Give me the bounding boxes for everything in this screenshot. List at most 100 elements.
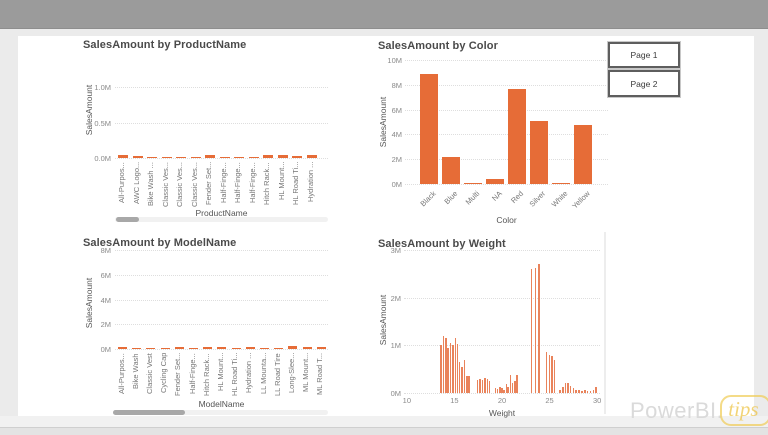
bar-weight-21.1[interactable] xyxy=(512,383,514,393)
bar-weight-26.7[interactable] xyxy=(565,383,567,393)
bar-weight-15.8[interactable] xyxy=(461,367,463,393)
bar-weight-14.1[interactable] xyxy=(445,338,447,393)
bar-weight-25.5[interactable] xyxy=(554,360,556,393)
bar-weight-21.35[interactable] xyxy=(514,381,516,393)
bar-weight-20.2[interactable] xyxy=(503,390,505,393)
bar-weight-28.1[interactable] xyxy=(578,390,580,393)
bar-white[interactable] xyxy=(552,183,570,184)
bar-fender-set-[interactable] xyxy=(205,155,215,158)
bar-weight-13.6[interactable] xyxy=(440,345,442,393)
bar-silver[interactable] xyxy=(530,121,548,184)
bar-weight-18.2[interactable] xyxy=(484,378,486,393)
bar-weight-25[interactable] xyxy=(549,355,551,393)
bar-half-finge-[interactable] xyxy=(189,348,198,349)
bar-blue[interactable] xyxy=(442,157,460,184)
powerbi-tips-watermark: PowerBI. tips xyxy=(630,395,768,426)
bar-hydration-[interactable] xyxy=(246,347,255,349)
x-axis-title: Color xyxy=(405,215,608,225)
bar-hydration-[interactable] xyxy=(307,155,317,158)
x-tick-label: LL Mounta... xyxy=(259,353,269,399)
bar-classic-ves-[interactable] xyxy=(162,157,172,158)
bar-weight-26.1[interactable] xyxy=(559,390,561,393)
bar-weight-28.7[interactable] xyxy=(584,390,586,393)
y-tick-label: 2M xyxy=(75,320,111,329)
bar-classic-ves-[interactable] xyxy=(176,157,186,158)
bar-bike-wash-[interactable] xyxy=(147,157,157,158)
bar-hitch-rack-[interactable] xyxy=(263,155,273,158)
bar-weight-29.9[interactable] xyxy=(595,387,597,393)
bar-weight-16.3[interactable] xyxy=(466,376,468,393)
watermark-brand-text: PowerBI. xyxy=(630,398,723,424)
bar-half-finge-[interactable] xyxy=(249,157,259,158)
bar-weight-16.55[interactable] xyxy=(468,376,470,393)
bar-fender-set-[interactable] xyxy=(175,347,184,349)
bar-cycling-cap[interactable] xyxy=(161,348,170,349)
bar-weight-25.25[interactable] xyxy=(551,356,553,393)
bar-weight-20.65[interactable] xyxy=(507,387,509,393)
bar-multi[interactable] xyxy=(464,183,482,184)
bar-weight-28.4[interactable] xyxy=(581,391,583,393)
bar-weight-29.3[interactable] xyxy=(590,391,592,393)
bar-weight-18.7[interactable] xyxy=(489,381,491,393)
bar-hl-mount-[interactable] xyxy=(217,347,226,349)
bar-weight-26.4[interactable] xyxy=(562,387,564,393)
bar-weight-29.6[interactable] xyxy=(593,390,595,393)
bar-weight-19.55[interactable] xyxy=(497,389,499,393)
bar-weight-24.7[interactable] xyxy=(546,352,548,393)
y-tick-label: 4M xyxy=(75,296,111,305)
bar-na[interactable] xyxy=(486,179,504,184)
bar-weight-15.55[interactable] xyxy=(459,362,461,393)
bar-bike-wash[interactable] xyxy=(132,348,141,349)
bar-classic-ves-[interactable] xyxy=(191,157,201,158)
bar-hl-road-ti-[interactable] xyxy=(232,348,241,349)
y-axis: 0.0M0.5M1.0M xyxy=(75,87,111,158)
x-scrollbar-thumb[interactable] xyxy=(113,410,185,415)
bar-weight-17.45[interactable] xyxy=(477,380,479,393)
bar-awc-logo-[interactable] xyxy=(133,156,143,158)
bar-weight-26.95[interactable] xyxy=(567,383,569,393)
bar-weight-17.95[interactable] xyxy=(482,380,484,393)
bar-classic-vest[interactable] xyxy=(146,348,155,349)
x-tick-label: HL Mount... xyxy=(216,353,226,399)
bar-hl-mount-[interactable] xyxy=(278,155,288,158)
bar-weight-23.5[interactable] xyxy=(535,268,537,393)
bar-long-slee-[interactable] xyxy=(288,346,297,349)
bar-weight-17.7[interactable] xyxy=(479,379,481,393)
x-scrollbar[interactable] xyxy=(115,217,328,222)
bar-weight-18.45[interactable] xyxy=(487,379,489,393)
bar-weight-27.2[interactable] xyxy=(570,386,572,393)
bar-all-purpos-[interactable] xyxy=(118,347,127,349)
bar-red[interactable] xyxy=(508,89,526,184)
page-1-button[interactable]: Page 1 xyxy=(608,42,680,68)
bar-weight-14.6[interactable] xyxy=(450,343,452,393)
bar-ll-road-tire[interactable] xyxy=(274,348,283,349)
bar-ll-mounta-[interactable] xyxy=(260,348,269,349)
bar-ml-road-t-[interactable] xyxy=(317,347,326,349)
bar-half-finge-[interactable] xyxy=(220,157,230,158)
bar-weight-21.6[interactable] xyxy=(516,375,518,393)
gridline xyxy=(115,250,328,251)
x-scrollbar[interactable] xyxy=(113,410,328,415)
page-2-button[interactable]: Page 2 xyxy=(608,70,680,97)
bar-half-finge-[interactable] xyxy=(234,157,244,158)
bar-all-purpos-[interactable] xyxy=(118,155,128,158)
bar-weight-19.3[interactable] xyxy=(495,388,497,393)
bar-ml-mount-[interactable] xyxy=(303,347,312,349)
x-scrollbar-thumb[interactable] xyxy=(116,217,139,222)
bar-weight-14.85[interactable] xyxy=(452,345,454,393)
bar-weight-14.35[interactable] xyxy=(447,348,449,393)
bar-weight-29[interactable] xyxy=(587,391,589,393)
x-tick-label: Classic Ves... xyxy=(161,162,171,208)
bar-weight-23.9[interactable] xyxy=(538,264,540,393)
bar-hl-road-ti-[interactable] xyxy=(292,156,302,158)
bar-hitch-rack-[interactable] xyxy=(203,347,212,349)
bar-weight-27.5[interactable] xyxy=(573,388,575,393)
bar-black[interactable] xyxy=(420,74,438,184)
bar-weight-13.85[interactable] xyxy=(443,336,445,393)
gridline xyxy=(115,324,328,325)
bar-weight-15.3[interactable] xyxy=(457,344,459,393)
bar-yellow[interactable] xyxy=(574,125,592,184)
bar-weight-16.05[interactable] xyxy=(464,360,466,393)
bar-weight-27.8[interactable] xyxy=(575,390,577,393)
bar-weight-23.1[interactable] xyxy=(531,269,533,393)
